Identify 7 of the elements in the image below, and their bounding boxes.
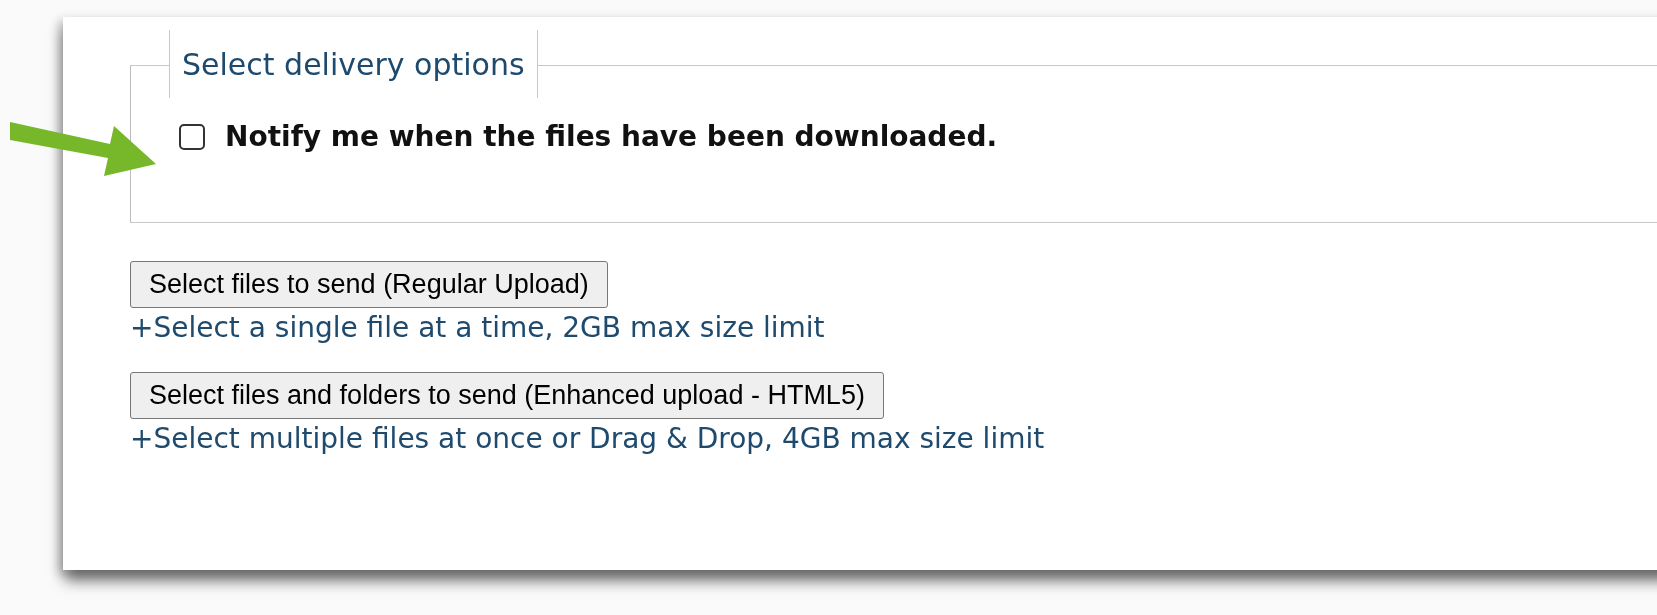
fieldset-legend: Select delivery options <box>169 30 538 98</box>
select-files-button[interactable]: Select files to send (Regular Upload) <box>130 261 608 308</box>
select-files-button[interactable]: Select files and folders to send (Enhanced upload - HTML5) <box>130 372 884 419</box>
notify-checkbox[interactable] <box>179 123 205 150</box>
upload-hint: +Select a single file at a time, 2GB max size limit <box>130 311 825 344</box>
checkbox-label: Notify me when the files have been downloaded. <box>225 120 998 153</box>
upload-hint: +Select multiple files at once or Drag & Drop, 4GB max size limit <box>130 422 1045 455</box>
